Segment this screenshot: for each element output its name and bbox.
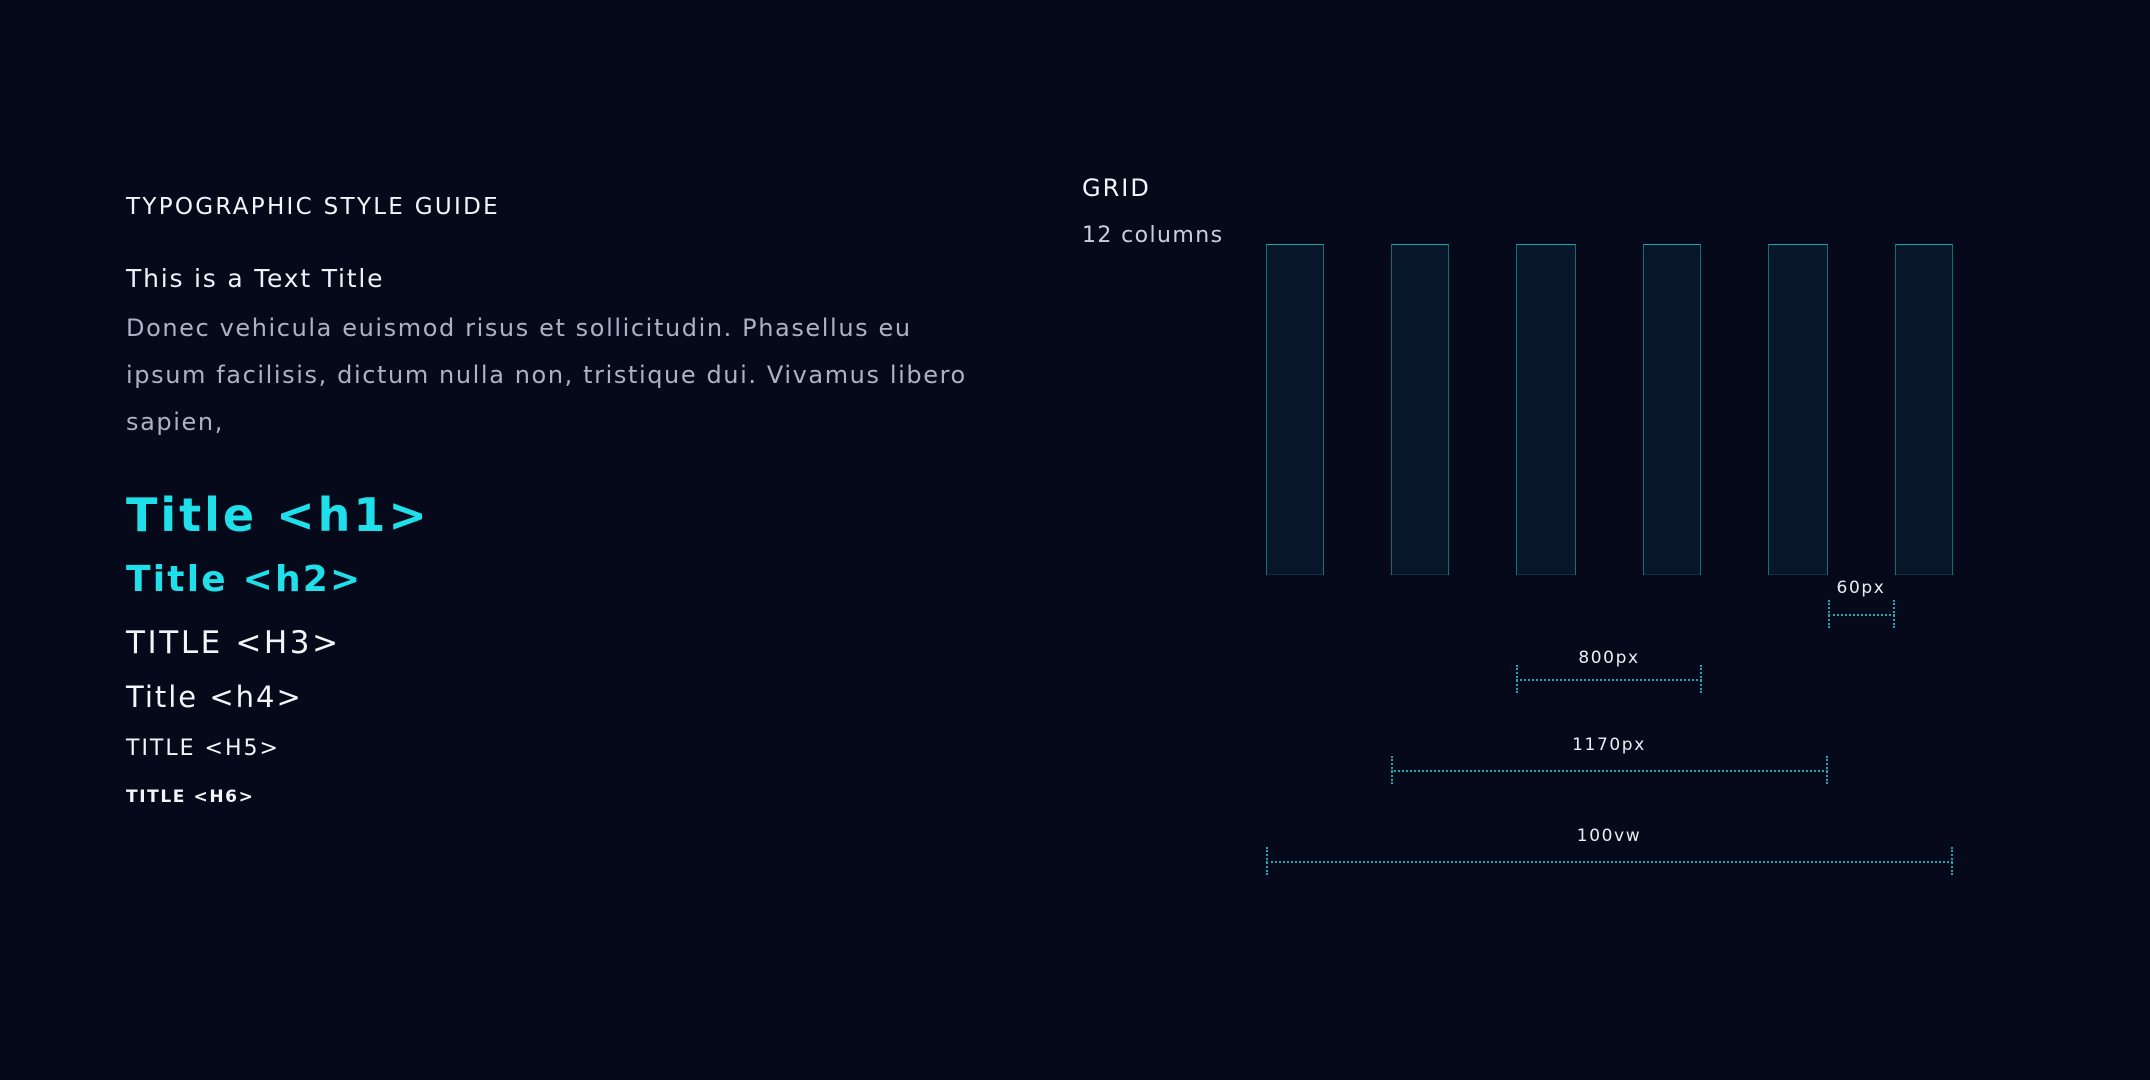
h1-sample: Title <h1>	[126, 488, 430, 542]
container-width-label: 1170px	[1572, 735, 1646, 755]
grid-column	[1768, 244, 1828, 575]
content-measure-line	[1516, 665, 1702, 693]
style-guide-heading: TYPOGRAPHIC STYLE GUIDE	[126, 194, 500, 220]
h2-sample: Title <h2>	[126, 559, 363, 600]
gutter-measure-line	[1828, 600, 1895, 628]
grid-column	[1895, 244, 1953, 575]
gutter-width-label: 60px	[1836, 578, 1886, 598]
grid-column	[1391, 244, 1449, 575]
body-text-sample: Donec vehicula euismod risus et sollicit…	[126, 314, 967, 436]
viewport-measure-line	[1266, 847, 1953, 875]
viewport-width-label: 100vw	[1576, 826, 1642, 846]
grid-column	[1643, 244, 1701, 575]
grid-column	[1516, 244, 1576, 575]
text-title-sample: This is a Text Title	[126, 264, 385, 293]
h3-sample: TITLE <H3>	[126, 625, 341, 661]
h4-sample: Title <h4>	[126, 680, 303, 714]
h6-sample: TITLE <H6>	[126, 787, 255, 807]
grid-heading: GRID	[1082, 174, 1151, 202]
container-measure-line	[1391, 756, 1828, 784]
grid-column	[1266, 244, 1324, 575]
h5-sample: TITLE <H5>	[126, 736, 280, 761]
grid-columns-label: 12 columns	[1082, 223, 1224, 248]
